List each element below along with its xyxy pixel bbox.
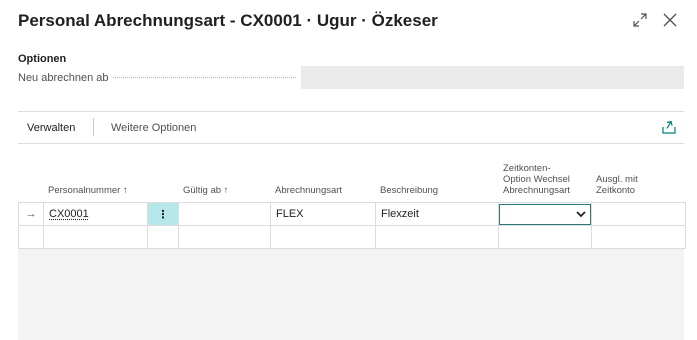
chevron-down-icon — [576, 211, 586, 218]
col-header-line: Abrechnungsart — [503, 185, 571, 196]
col-header-abrechnungsart[interactable]: Abrechnungsart — [275, 185, 342, 196]
col-header-line: Ausgl. mit — [596, 174, 638, 185]
empty-cell[interactable] — [375, 225, 499, 249]
share-icon[interactable] — [661, 119, 677, 135]
personalnummer-cell[interactable]: CX0001 — [43, 202, 148, 226]
recalculate-from-label: Neu abrechnen ab — [18, 72, 109, 84]
action-bar-top-divider — [18, 111, 684, 112]
gueltig-ab-cell[interactable] — [178, 202, 271, 226]
row-menu-icon[interactable]: ⋮ — [147, 202, 179, 226]
abrechnungsart-cell[interactable]: FLEX — [270, 202, 376, 226]
zeitkonten-option-select[interactable] — [499, 203, 591, 225]
empty-cell[interactable] — [43, 225, 148, 249]
manage-action[interactable]: Verwalten — [27, 122, 75, 134]
options-section-title: Optionen — [18, 53, 67, 65]
col-header-gueltig-ab[interactable]: Gültig ab ↑ — [183, 185, 228, 196]
zeitkonten-option-cell — [498, 202, 592, 226]
col-header-personalnummer[interactable]: Personalnummer ↑ — [48, 185, 128, 196]
empty-cell[interactable] — [498, 225, 592, 249]
recalculate-from-input[interactable] — [301, 66, 684, 89]
col-header-zeitkonten-option[interactable]: Zeitkonten- Option Wechsel Abrechnungsar… — [503, 163, 570, 196]
empty-cell — [18, 225, 44, 249]
ausgleich-cell[interactable] — [591, 202, 686, 226]
window-controls — [631, 11, 679, 29]
label-leader-dots — [113, 77, 296, 78]
more-options-action[interactable]: Weitere Optionen — [111, 122, 196, 134]
table-row[interactable] — [18, 225, 686, 249]
expand-arrows-icon[interactable] — [631, 11, 649, 29]
action-bar-bottom-divider — [18, 143, 684, 144]
page-title: Personal Abrechnungsart - CX0001 · Ugur … — [18, 11, 438, 30]
table-row[interactable]: → CX0001 ⋮ FLEX Flexzeit — [18, 202, 686, 226]
empty-cell[interactable] — [147, 225, 179, 249]
col-header-line: Zeitkonto — [596, 185, 636, 196]
row-indicator-icon: → — [18, 202, 44, 226]
empty-cell[interactable] — [178, 225, 271, 249]
col-header-beschreibung[interactable]: Beschreibung — [380, 185, 438, 196]
action-divider — [93, 118, 94, 136]
lines-grid: → CX0001 ⋮ FLEX Flexzeit — [18, 202, 686, 249]
close-icon[interactable] — [661, 11, 679, 29]
col-header-line: Option Wechsel — [503, 174, 570, 185]
beschreibung-cell[interactable]: Flexzeit — [375, 202, 499, 226]
empty-cell[interactable] — [270, 225, 376, 249]
col-header-line: Zeitkonten- — [503, 163, 551, 174]
grid-empty-area — [18, 249, 684, 340]
empty-cell[interactable] — [591, 225, 686, 249]
col-header-ausgleich[interactable]: Ausgl. mit Zeitkonto — [596, 174, 638, 196]
